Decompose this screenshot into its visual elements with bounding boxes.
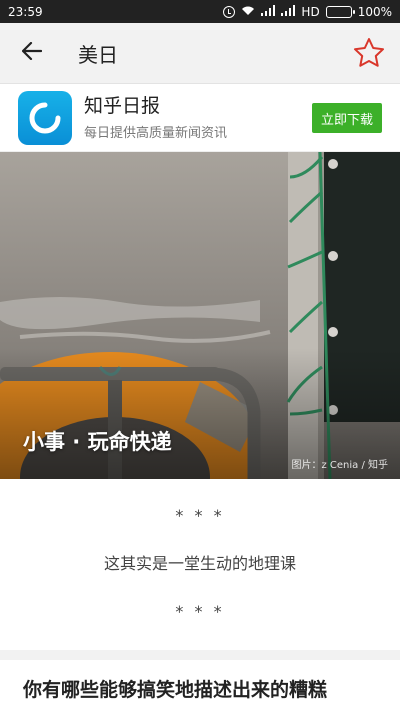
app-bar: 美日: [0, 23, 400, 84]
status-bar: 23:59 HD 100%: [0, 0, 400, 23]
arrow-left-icon: [21, 41, 43, 64]
download-button[interactable]: 立即下载: [312, 103, 382, 133]
battery-icon: [325, 5, 355, 18]
hero-title: 小事 · 玩命快递: [23, 430, 172, 454]
battery-percent: 100%: [357, 4, 392, 19]
article-lead: 这其实是一堂生动的地理课: [103, 554, 296, 573]
section-separator: * * *: [175, 506, 225, 525]
app-promo-banner[interactable]: 知乎日报 每日提供高质量新闻资讯 立即下载: [0, 84, 400, 152]
section-divider: [0, 650, 400, 660]
status-time: 23:59: [8, 4, 43, 19]
section-separator: * * *: [175, 602, 225, 621]
signal-icon: [281, 4, 296, 19]
signal-icon: [261, 4, 276, 19]
hero-image: 小事 · 玩命快递 图片：z Cenia / 知乎: [0, 152, 400, 479]
alarm-icon: [223, 5, 236, 18]
page-title: 美日: [78, 42, 118, 67]
star-outline-icon: [353, 37, 385, 72]
promo-tagline: 每日提供高质量新闻资讯: [84, 126, 228, 141]
zhihu-daily-logo: [18, 90, 72, 145]
promo-app-name: 知乎日报: [84, 95, 161, 117]
article-body: * * * 这其实是一堂生动的地理课 * * *: [0, 479, 400, 625]
network-type: HD: [301, 4, 320, 19]
back-button[interactable]: [0, 23, 64, 84]
favorite-button[interactable]: [352, 37, 386, 71]
image-credit: 图片：z Cenia / 知乎: [291, 460, 388, 471]
question-title: 你有哪些能够搞笑地描述出来的糟糕: [23, 679, 328, 701]
wifi-icon: [241, 5, 255, 19]
